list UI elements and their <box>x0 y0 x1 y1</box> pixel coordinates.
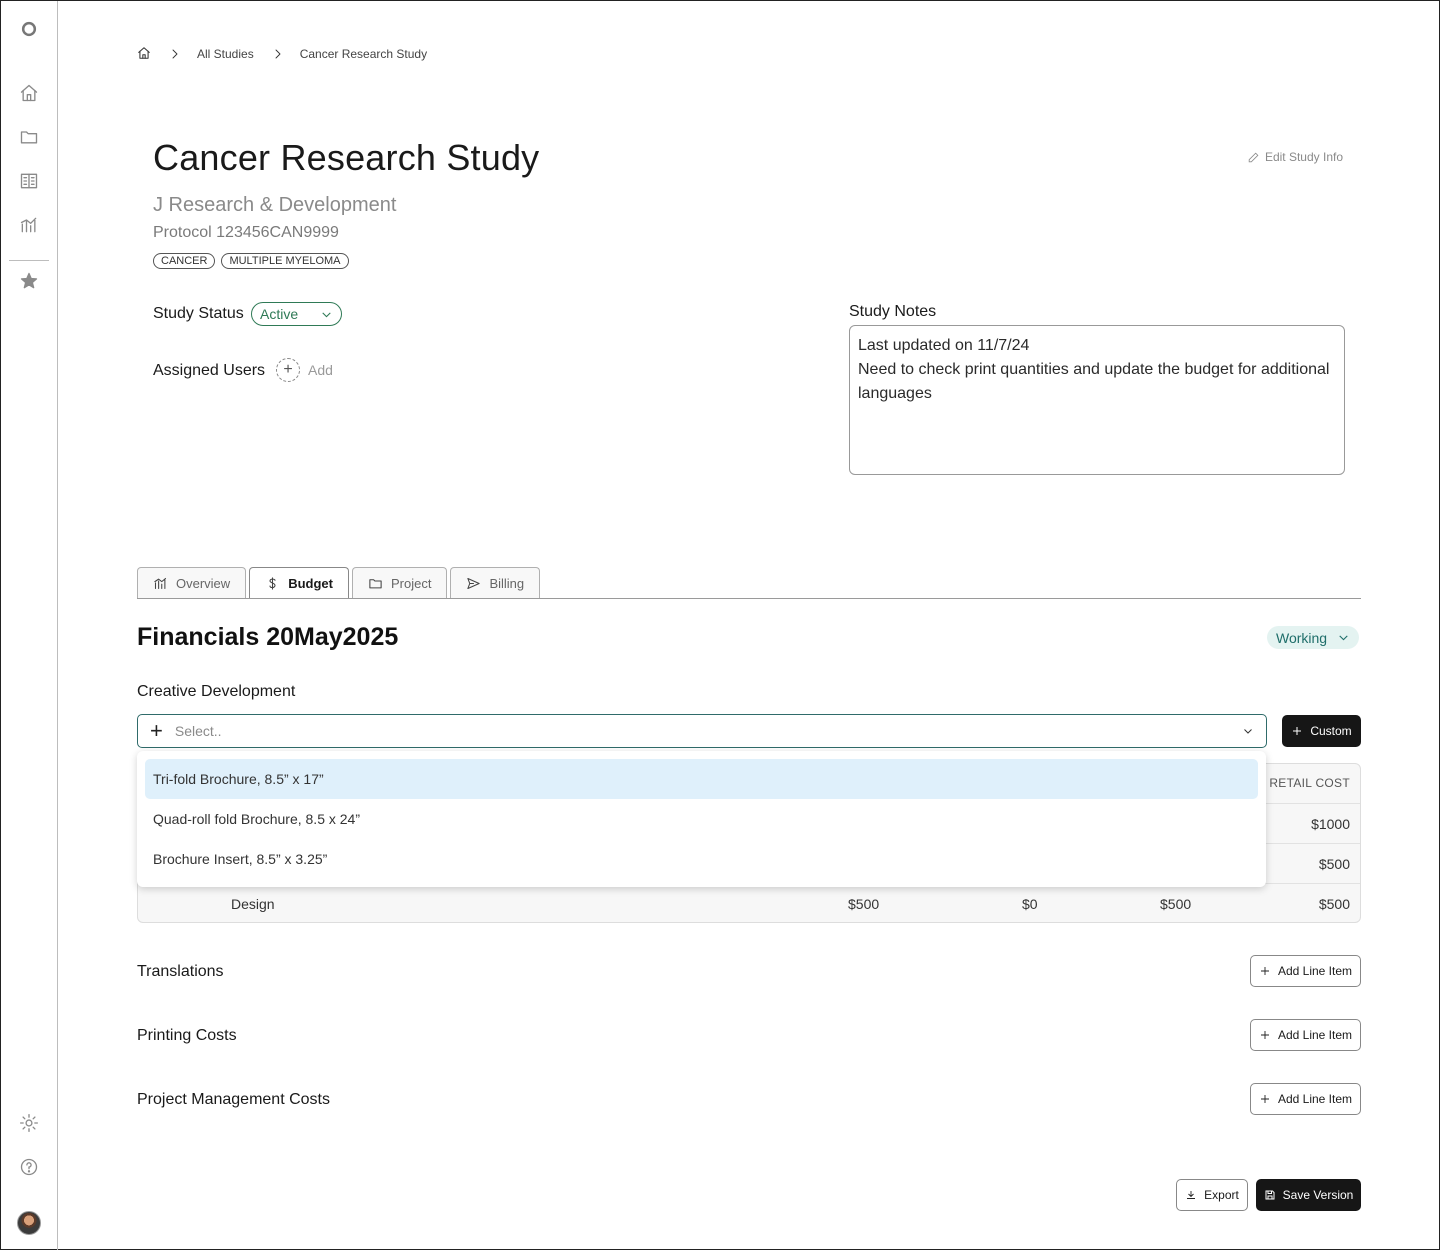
project-management-costs-label: Project Management Costs <box>137 1091 330 1108</box>
cell-name: Design <box>231 896 275 912</box>
tag-multiple-myeloma: MULTIPLE MYELOMA <box>221 253 349 269</box>
tab-label: Overview <box>176 576 231 591</box>
app-window: All Studies Cancer Research Study Cancer… <box>0 0 1440 1250</box>
study-notes-textarea[interactable]: Last updated on 11/7/24 Need to check pr… <box>849 325 1345 475</box>
plus-icon <box>1293 727 1302 735</box>
tab-project[interactable]: Project <box>351 567 448 599</box>
creative-item-dropdown: Tri-fold Brochure, 8.5” x 17” Quad-roll … <box>137 751 1266 887</box>
pencil-icon <box>1248 152 1259 162</box>
add-line-item-label: Add Line Item <box>1277 964 1353 978</box>
cell-subtotal: $500 <box>1160 896 1192 912</box>
home-icon[interactable] <box>17 81 41 105</box>
study-tabs: Overview Budget Project Billing <box>137 567 541 599</box>
add-line-item-printing-button[interactable]: Add Line Item <box>1250 1019 1361 1051</box>
dropdown-option-trifold[interactable]: Tri-fold Brochure, 8.5” x 17” <box>145 759 1258 799</box>
download-icon <box>1187 1191 1196 1199</box>
dropdown-option-quad-roll[interactable]: Quad-roll fold Brochure, 8.5 x 24” <box>145 799 1258 839</box>
page-title: Cancer Research Study <box>153 137 540 178</box>
custom-item-button[interactable]: Custom <box>1282 715 1361 747</box>
tab-label: Project <box>390 576 432 591</box>
folder-icon[interactable] <box>17 125 41 149</box>
study-tags: CANCER MULTIPLE MYELOMA <box>153 253 349 269</box>
save-version-button[interactable]: Save Version <box>1256 1179 1361 1211</box>
add-line-item-pm-button[interactable]: Add Line Item <box>1250 1083 1361 1115</box>
custom-button-label: Custom <box>1310 724 1352 738</box>
chart-icon <box>154 577 167 590</box>
study-notes-label: Study Notes <box>849 303 937 320</box>
save-version-label: Save Version <box>1282 1188 1354 1202</box>
breadcrumb: All Studies Cancer Research Study <box>137 45 427 63</box>
help-icon[interactable] <box>17 1155 41 1179</box>
cell-retail: $500 <box>1318 856 1350 872</box>
tab-billing[interactable]: Billing <box>450 567 541 599</box>
cell-retail: $500 <box>1318 896 1350 912</box>
study-protocol: Protocol 123456CAN9999 <box>153 224 339 241</box>
chevron-right-icon <box>272 48 284 60</box>
table-row[interactable]: Design $500 $0 $500 $500 <box>138 883 1360 923</box>
add-line-item-label: Add Line Item <box>1277 1092 1353 1106</box>
cell-retail: $1000 <box>1311 816 1350 832</box>
logo-icon[interactable] <box>17 17 41 41</box>
save-icon <box>1265 1190 1275 1200</box>
chevron-down-icon <box>1242 725 1254 737</box>
select-placeholder: Select.. <box>174 723 222 739</box>
breadcrumb-current-study[interactable]: Cancer Research Study <box>300 47 427 61</box>
study-status-value: Active <box>260 306 299 322</box>
plus-circle-icon: + <box>276 358 300 382</box>
creative-item-select[interactable]: + Select.. <box>137 714 1267 748</box>
assigned-users-label: Assigned Users <box>153 362 266 379</box>
tab-overview[interactable]: Overview <box>137 567 247 599</box>
plus-icon: + <box>150 718 163 743</box>
dollar-icon <box>269 577 276 590</box>
tabs-divider <box>137 598 1361 599</box>
chevron-right-icon <box>169 48 181 60</box>
analytics-icon[interactable] <box>17 213 41 237</box>
tab-label: Budget <box>288 576 333 591</box>
table-header-retail-cost: RETAIL COST <box>1269 776 1350 790</box>
add-user-button[interactable]: + Add <box>276 358 333 382</box>
folder-icon <box>369 579 382 589</box>
chevron-down-icon <box>1339 635 1348 641</box>
cell-markup: $0 <box>1022 896 1038 912</box>
study-status-label: Study Status <box>153 305 244 322</box>
notes-line: Need to check print quantities and updat… <box>858 361 1330 402</box>
notes-line: Last updated on 11/7/24 <box>858 337 1030 354</box>
printing-costs-label: Printing Costs <box>137 1027 237 1044</box>
edit-study-info-button[interactable]: Edit Study Info <box>1247 150 1343 164</box>
sidebar-divider <box>9 260 49 261</box>
add-user-label: Add <box>308 362 333 378</box>
version-state-value: Working <box>1276 629 1328 646</box>
tab-label: Billing <box>489 576 525 591</box>
study-organization: J Research & Development <box>153 194 397 216</box>
edit-study-info-label: Edit Study Info <box>1264 150 1343 164</box>
add-line-item-translations-button[interactable]: Add Line Item <box>1250 955 1361 987</box>
export-button[interactable]: Export <box>1176 1179 1248 1211</box>
tag-cancer: CANCER <box>153 253 216 269</box>
star-icon[interactable] <box>17 269 41 293</box>
translations-label: Translations <box>137 963 224 980</box>
chevron-down-icon <box>322 311 331 317</box>
dropdown-option-insert[interactable]: Brochure Insert, 8.5” x 3.25” <box>145 839 1258 879</box>
financials-title: Financials 20May2025 <box>137 623 399 651</box>
plus-icon <box>1260 1031 1269 1039</box>
document-list-icon[interactable] <box>17 169 41 193</box>
version-state-select[interactable]: Working <box>1267 626 1359 649</box>
sidebar <box>1 1 58 1250</box>
user-avatar[interactable] <box>17 1211 41 1235</box>
add-line-item-label: Add Line Item <box>1277 1028 1353 1042</box>
breadcrumb-all-studies[interactable]: All Studies <box>197 47 254 61</box>
study-status-select[interactable]: Active <box>251 302 342 326</box>
cell-cost: $500 <box>848 896 880 912</box>
breadcrumb-home-icon[interactable] <box>137 46 151 63</box>
send-icon <box>467 577 481 590</box>
settings-gear-icon[interactable] <box>17 1111 41 1135</box>
tab-budget[interactable]: Budget <box>249 567 349 599</box>
creative-development-label: Creative Development <box>137 683 296 700</box>
plus-icon <box>1260 967 1269 975</box>
export-label: Export <box>1204 1188 1239 1202</box>
plus-icon <box>1260 1095 1269 1103</box>
